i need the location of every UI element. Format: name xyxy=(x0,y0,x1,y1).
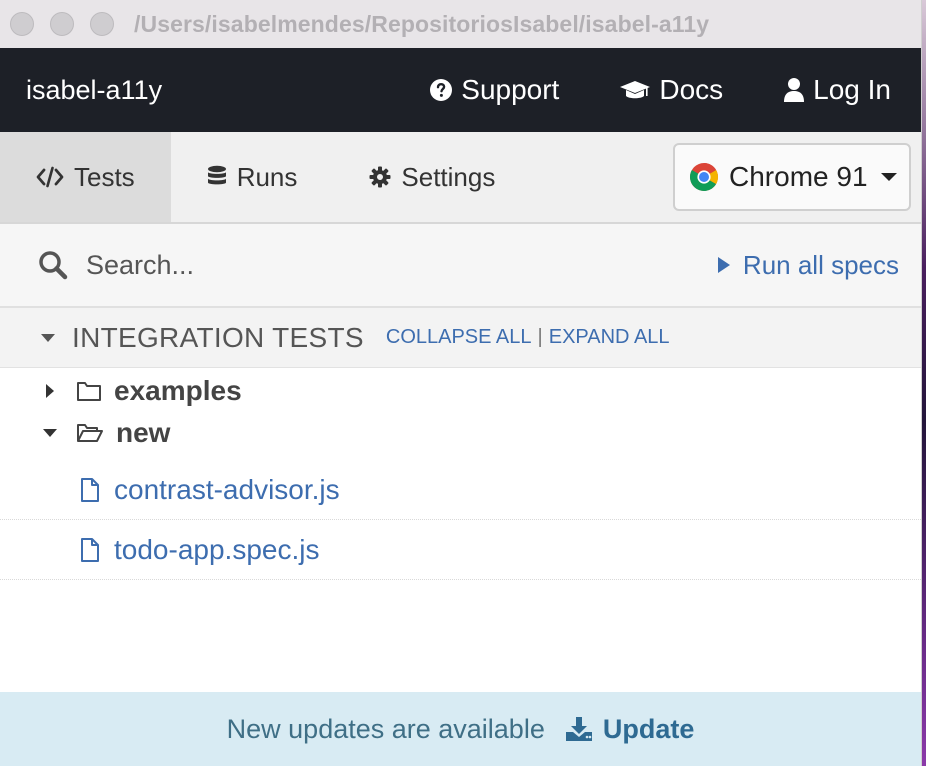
run-all-specs-label: Run all specs xyxy=(742,249,899,280)
spec-file-name: contrast-advisor.js xyxy=(114,473,340,505)
play-icon xyxy=(717,257,730,273)
window-controls xyxy=(10,12,114,36)
tab-tests[interactable]: Tests xyxy=(0,132,171,222)
search-row: Run all specs xyxy=(0,224,921,308)
folder-name: new xyxy=(116,417,171,448)
chrome-icon xyxy=(690,163,718,191)
spec-file-contrast-advisor[interactable]: contrast-advisor.js xyxy=(0,460,921,520)
caret-down-icon xyxy=(880,173,897,181)
caret-down-icon xyxy=(40,428,60,438)
title-bar: /Users/isabelmendes/RepositoriosIsabel/i… xyxy=(0,0,921,48)
tabs-bar: Tests Runs Settings Chrome 91 xyxy=(0,132,921,224)
graduation-cap-icon xyxy=(620,81,651,99)
browser-label: Chrome 91 xyxy=(729,161,868,192)
update-label: Update xyxy=(602,713,695,744)
project-name: isabel-a11y xyxy=(26,74,163,105)
caret-down-icon[interactable] xyxy=(40,333,56,343)
question-circle-icon xyxy=(430,79,453,101)
download-icon xyxy=(565,717,592,741)
update-message: New updates are available xyxy=(226,713,545,744)
code-icon xyxy=(36,166,64,188)
tab-settings-label: Settings xyxy=(401,161,496,192)
search-input[interactable] xyxy=(86,249,586,281)
login-label: Log In xyxy=(813,74,891,105)
tab-runs[interactable]: Runs xyxy=(171,132,334,222)
update-banner: New updates are available Update xyxy=(0,692,921,766)
actions-separator: | xyxy=(537,326,543,348)
browser-selector[interactable]: Chrome 91 xyxy=(673,143,911,211)
folder-examples[interactable]: examples xyxy=(0,370,921,412)
caret-right-icon xyxy=(40,383,60,399)
folder-name: examples xyxy=(114,375,242,406)
gear-icon xyxy=(369,166,391,188)
integration-tests-header: INTEGRATION TESTS COLLAPSE ALL | EXPAND … xyxy=(0,308,921,368)
tab-tests-label: Tests xyxy=(74,161,135,192)
nav-links: Support Docs Log In xyxy=(429,74,891,106)
tab-runs-label: Runs xyxy=(236,161,298,192)
file-icon xyxy=(81,537,99,562)
user-icon xyxy=(784,78,805,102)
zoom-window-button[interactable] xyxy=(90,12,114,36)
spec-file-name: todo-app.spec.js xyxy=(114,533,320,565)
folder-new[interactable]: new xyxy=(0,412,921,454)
window-title: /Users/isabelmendes/RepositoriosIsabel/i… xyxy=(134,10,710,37)
database-icon xyxy=(207,165,226,185)
support-label: Support xyxy=(461,74,560,105)
folder-icon xyxy=(77,382,101,401)
top-navbar: isabel-a11y Support Docs Log In xyxy=(0,48,921,132)
search-icon xyxy=(39,251,68,280)
docs-link[interactable]: Docs xyxy=(619,74,723,106)
collapse-all-link[interactable]: COLLAPSE ALL xyxy=(386,326,532,349)
support-link[interactable]: Support xyxy=(429,74,559,106)
close-window-button[interactable] xyxy=(10,12,34,36)
update-button[interactable]: Update xyxy=(565,713,695,745)
docs-label: Docs xyxy=(659,74,724,105)
spec-tree: examples new contrast-advisor.js todo-ap… xyxy=(0,368,921,580)
minimize-window-button[interactable] xyxy=(50,12,74,36)
tab-settings[interactable]: Settings xyxy=(333,132,531,222)
integration-actions: COLLAPSE ALL | EXPAND ALL xyxy=(386,326,670,349)
spec-file-todo-app[interactable]: todo-app.spec.js xyxy=(0,520,921,580)
integration-tests-title: INTEGRATION TESTS xyxy=(72,321,364,353)
folder-open-icon xyxy=(77,424,103,442)
run-all-specs-button[interactable]: Run all specs xyxy=(717,250,899,281)
app-window: /Users/isabelmendes/RepositoriosIsabel/i… xyxy=(0,0,922,766)
login-link[interactable]: Log In xyxy=(783,74,891,106)
desktop-background xyxy=(922,0,926,766)
expand-all-link[interactable]: EXPAND ALL xyxy=(549,326,670,349)
file-icon xyxy=(81,477,99,502)
